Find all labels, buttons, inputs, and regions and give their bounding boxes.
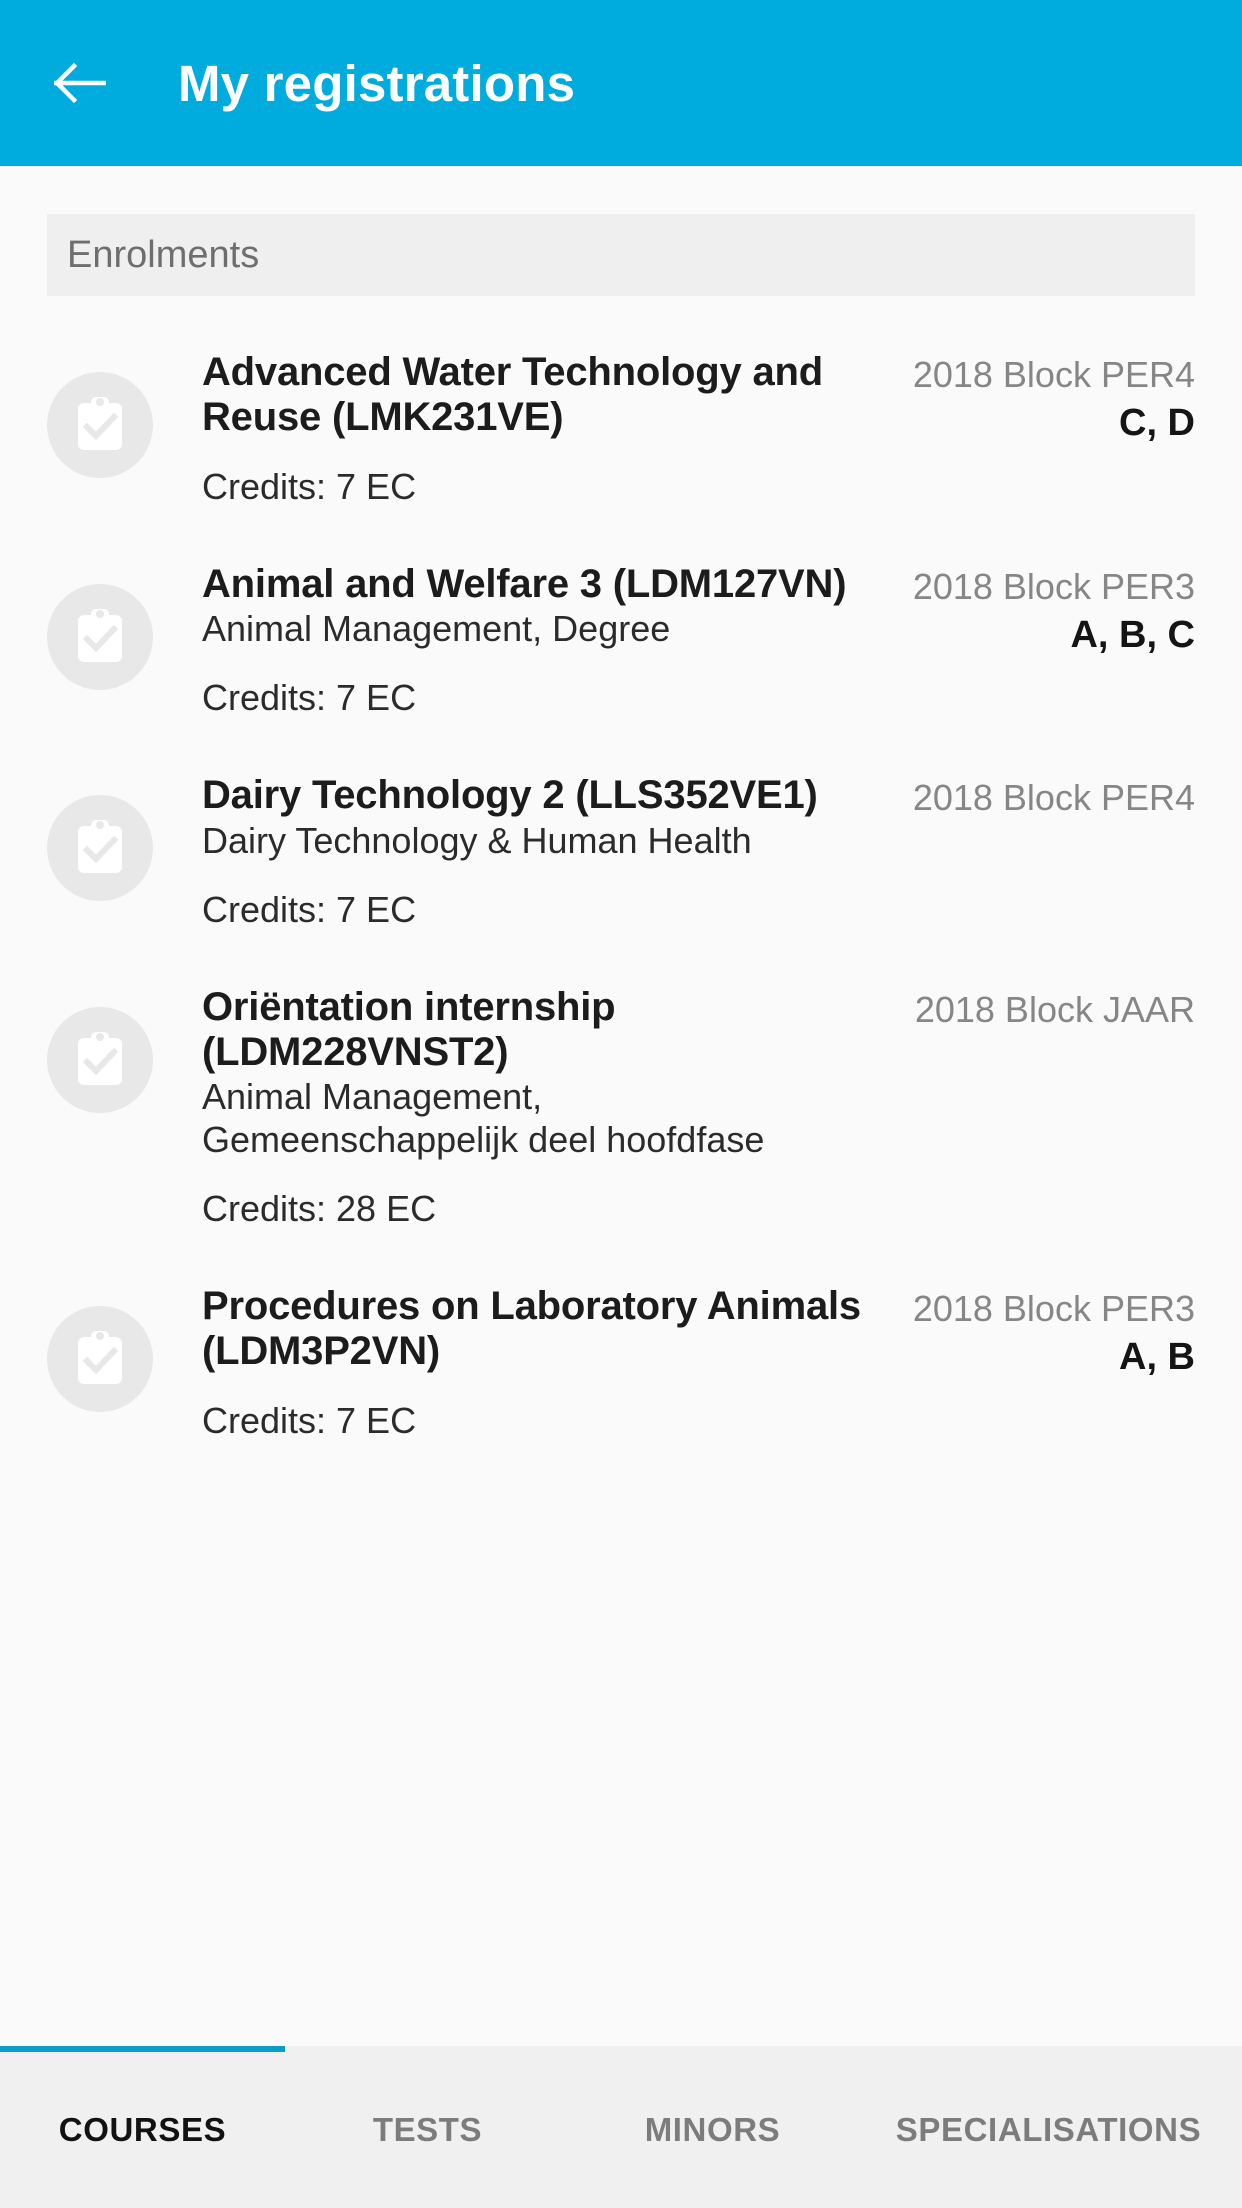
app-bar: My registrations [0, 0, 1242, 166]
course-details: Animal and Welfare 3 (LDM127VN) Animal M… [153, 562, 883, 720]
course-list-item[interactable]: Dairy Technology 2 (LLS352VE1) Dairy Tec… [0, 745, 1242, 957]
content-area: Enrolments Advanced Water Technology and… [0, 166, 1242, 2046]
course-list-item[interactable]: Procedures on Laboratory Animals (LDM3P2… [0, 1256, 1242, 1468]
tab-minors[interactable]: MINORS [570, 2105, 855, 2149]
course-meta: 2018 Block PER3 A, B [883, 1284, 1195, 1379]
course-title: Procedures on Laboratory Animals (LDM3P2… [202, 1284, 861, 1373]
course-blocks: C, D [1119, 402, 1195, 444]
tab-courses[interactable]: COURSES [0, 2105, 285, 2149]
course-credits: Credits: 7 EC [202, 677, 417, 719]
course-period: 2018 Block PER3 [912, 1288, 1195, 1330]
course-title: Dairy Technology 2 (LLS352VE1) [202, 773, 818, 818]
tab-list: COURSES TESTS MINORS SPECIALISATIONS [0, 2046, 1242, 2208]
course-status-avatar [47, 372, 153, 478]
course-status-avatar [47, 1306, 153, 1413]
enrolments-section-banner: Enrolments [47, 214, 1195, 296]
course-meta: 2018 Block PER4 [883, 773, 1195, 819]
course-details: Advanced Water Technology and Reuse (LMK… [153, 350, 883, 508]
course-meta: 2018 Block JAAR [883, 985, 1195, 1031]
course-credits: Credits: 28 EC [202, 1188, 437, 1230]
course-period: 2018 Block JAAR [914, 988, 1195, 1030]
course-credits: Credits: 7 EC [202, 888, 417, 930]
course-list-item[interactable]: Oriëntation internship (LDM228VNST2) Ani… [0, 957, 1242, 1256]
bottom-tab-bar: COURSES TESTS MINORS SPECIALISATIONS [0, 2046, 1242, 2208]
clipboard-check-icon [72, 819, 128, 877]
course-meta: 2018 Block PER3 A, B, C [883, 562, 1195, 657]
course-title: Animal and Welfare 3 (LDM127VN) [202, 561, 847, 606]
course-meta: 2018 Block PER4 C, D [883, 350, 1195, 445]
course-details: Dairy Technology 2 (LLS352VE1) Dairy Tec… [153, 773, 883, 931]
arrow-left-icon [54, 61, 106, 105]
course-period: 2018 Block PER3 [912, 565, 1195, 607]
course-list-item[interactable]: Animal and Welfare 3 (LDM127VN) Animal M… [0, 534, 1242, 746]
course-list: Advanced Water Technology and Reuse (LMK… [0, 322, 1242, 1468]
active-tab-indicator [0, 2046, 285, 2052]
course-details: Oriëntation internship (LDM228VNST2) Ani… [153, 985, 883, 1230]
course-status-avatar [47, 1006, 153, 1113]
course-subtitle: Animal Management, Gemeenschappelijk dee… [202, 1076, 765, 1161]
clipboard-check-icon [72, 1031, 128, 1089]
clipboard-check-icon [72, 608, 128, 666]
course-subtitle: Animal Management, Degree [202, 608, 671, 650]
tab-specialisations[interactable]: SPECIALISATIONS [855, 2105, 1242, 2149]
course-subtitle: Dairy Technology & Human Health [202, 820, 752, 862]
course-period: 2018 Block PER4 [912, 777, 1195, 819]
course-credits: Credits: 7 EC [202, 1399, 417, 1441]
enrolments-label: Enrolments [67, 233, 260, 276]
course-credits: Credits: 7 EC [202, 465, 417, 507]
course-status-avatar [47, 583, 153, 690]
course-period: 2018 Block PER4 [912, 354, 1195, 395]
tab-tests[interactable]: TESTS [285, 2105, 570, 2149]
course-status-avatar [47, 795, 153, 902]
course-blocks: A, B, C [1070, 613, 1195, 656]
course-title: Advanced Water Technology and Reuse (LMK… [202, 350, 823, 439]
course-details: Procedures on Laboratory Animals (LDM3P2… [153, 1284, 883, 1442]
course-list-item[interactable]: Advanced Water Technology and Reuse (LMK… [0, 322, 1242, 534]
app-root: My registrations Enrolments Advanced Wat… [0, 0, 1242, 2208]
back-button[interactable] [44, 47, 116, 119]
course-title: Oriëntation internship (LDM228VNST2) [202, 984, 616, 1074]
clipboard-check-icon [72, 396, 128, 454]
clipboard-check-icon [72, 1330, 128, 1388]
course-blocks: A, B [1119, 1336, 1195, 1379]
page-title: My registrations [178, 54, 576, 112]
